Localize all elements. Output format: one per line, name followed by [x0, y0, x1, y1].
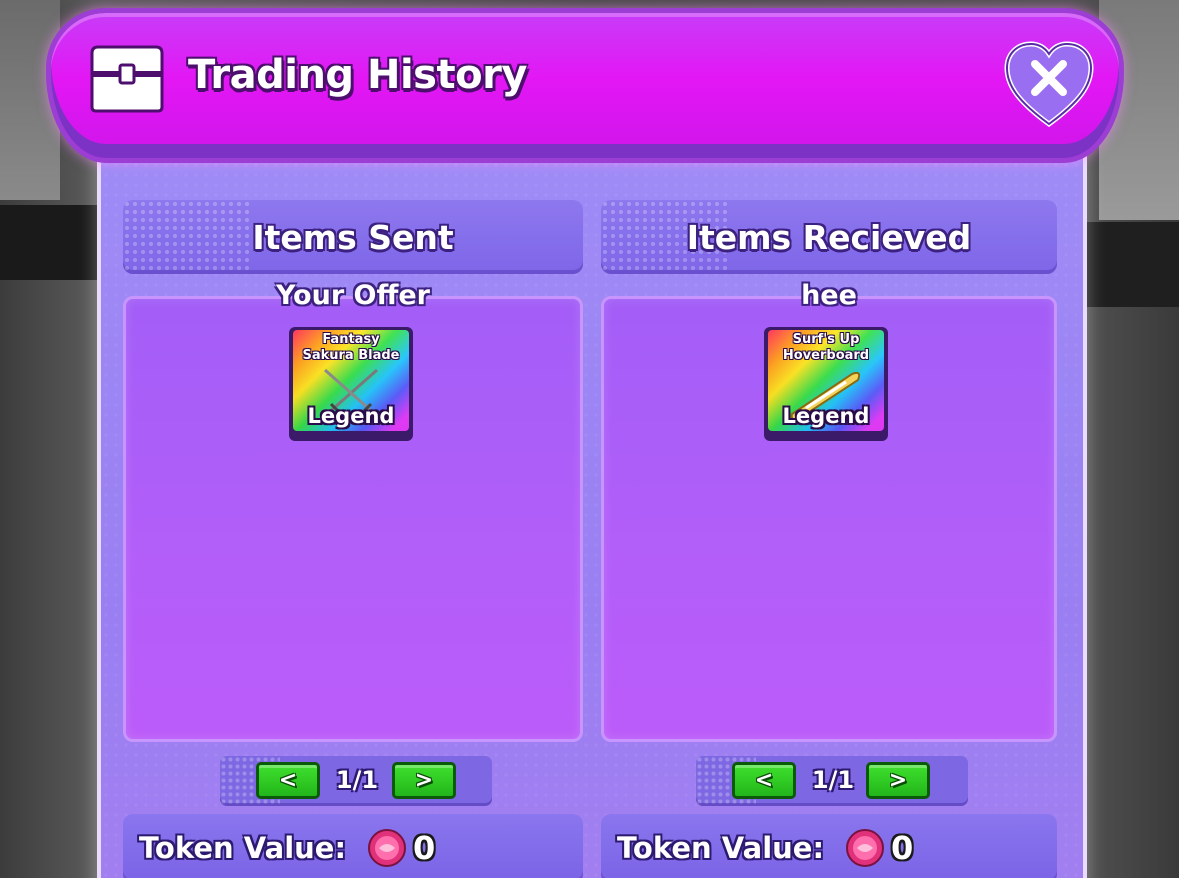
- received-token-label: Token Value:: [617, 831, 825, 865]
- next-arrow-icon: >: [414, 768, 434, 793]
- item-card-background: Surf's Up Hoverboard Legend: [768, 330, 884, 431]
- received-pagination: < 1/1 >: [696, 756, 968, 806]
- sent-items-box: Fantasy Sakura Blade Legend: [123, 296, 583, 742]
- item-name: Fantasy Sakura Blade: [302, 332, 400, 363]
- close-heart-icon[interactable]: [1003, 40, 1095, 128]
- sent-token-amount: 0: [413, 829, 436, 867]
- background-block-right: [1084, 222, 1179, 307]
- received-token-value-bar: Token Value: 0: [601, 814, 1057, 878]
- received-next-page-button[interactable]: >: [866, 762, 930, 799]
- received-owner-label: hee: [801, 280, 857, 311]
- prev-arrow-icon: <: [278, 768, 298, 793]
- pink-token-icon: [846, 829, 884, 867]
- item-card-received[interactable]: Surf's Up Hoverboard Legend: [764, 327, 888, 441]
- received-token-amount: 0: [891, 829, 914, 867]
- next-arrow-icon: >: [888, 768, 908, 793]
- items-sent-header: Items Sent: [123, 200, 583, 274]
- background-block-left: [0, 205, 100, 280]
- item-name: Surf's Up Hoverboard: [782, 332, 870, 363]
- trading-history-panel: Items Sent Your Offer Fantasy Sakura Bla…: [97, 150, 1087, 878]
- items-sent-title: Items Sent: [252, 218, 454, 257]
- received-items-box: Surf's Up Hoverboard Legend: [601, 296, 1057, 742]
- sent-token-label: Token Value:: [139, 831, 347, 865]
- sent-pagination: < 1/1 >: [220, 756, 492, 806]
- sent-owner-label: Your Offer: [275, 280, 430, 311]
- item-rarity: Legend: [782, 404, 870, 428]
- sent-prev-page-button[interactable]: <: [256, 762, 320, 799]
- sent-next-page-button[interactable]: >: [392, 762, 456, 799]
- chest-icon: [90, 45, 164, 113]
- sent-token-value-bar: Token Value: 0: [123, 814, 583, 878]
- received-page-count: 1/1: [811, 766, 855, 794]
- item-rarity: Legend: [307, 404, 395, 428]
- page-title: Trading History: [188, 52, 527, 98]
- items-received-title: Items Recieved: [686, 218, 972, 257]
- pink-token-icon: [368, 829, 406, 867]
- received-prev-page-button[interactable]: <: [732, 762, 796, 799]
- items-received-header: Items Recieved: [601, 200, 1057, 274]
- prev-arrow-icon: <: [754, 768, 774, 793]
- sent-page-count: 1/1: [335, 766, 379, 794]
- item-card-sent[interactable]: Fantasy Sakura Blade Legend: [289, 327, 413, 441]
- item-card-background: Fantasy Sakura Blade Legend: [293, 330, 409, 431]
